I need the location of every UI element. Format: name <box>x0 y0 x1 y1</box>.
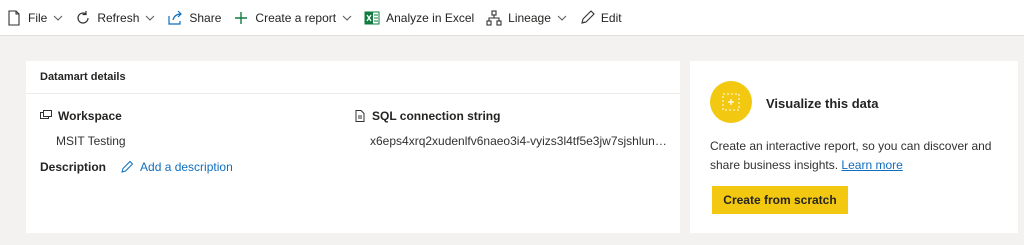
refresh-icon <box>75 10 91 26</box>
description-row: Description Add a description <box>40 160 233 174</box>
file-icon <box>6 9 22 26</box>
refresh-menu-button[interactable]: Refresh <box>75 0 155 36</box>
chevron-down-icon <box>145 13 155 23</box>
workspace-label: Workspace <box>58 109 122 123</box>
sql-connection-value[interactable]: x6eps4xrq2xudenlfv6naeo3i4-vyizs3l4tf5e3… <box>354 134 670 148</box>
sql-connection-label: SQL connection string <box>372 109 501 123</box>
add-description-link[interactable]: Add a description <box>120 160 233 174</box>
visualize-data-card: Visualize this data Create an interactiv… <box>690 61 1018 233</box>
excel-icon <box>364 10 380 26</box>
create-report-menu-button[interactable]: Create a report <box>233 0 352 36</box>
report-icon <box>710 81 752 123</box>
datamart-details-card: Datamart details Workspace MSIT Testing … <box>26 61 680 233</box>
file-label: File <box>28 10 48 25</box>
share-button[interactable]: Share <box>167 0 221 36</box>
visualize-description: Create an interactive report, so you can… <box>710 137 1000 175</box>
create-report-label: Create a report <box>255 10 337 25</box>
workspace-value: MSIT Testing <box>56 134 126 148</box>
document-icon <box>354 110 366 122</box>
plus-icon <box>233 10 249 26</box>
chevron-down-icon <box>53 13 63 23</box>
workspace-section: Workspace MSIT Testing <box>40 109 340 148</box>
create-from-scratch-button[interactable]: Create from scratch <box>712 186 848 214</box>
file-menu-button[interactable]: File <box>6 0 63 36</box>
lineage-label: Lineage <box>508 10 551 25</box>
lineage-icon <box>486 9 502 26</box>
share-label: Share <box>189 10 222 25</box>
description-label: Description <box>40 160 107 174</box>
lineage-menu-button[interactable]: Lineage <box>486 0 567 36</box>
chevron-down-icon <box>342 13 352 23</box>
visualize-title: Visualize this data <box>766 96 879 111</box>
command-bar: File Refresh Share Create a report Analy… <box>0 0 1024 36</box>
sql-connection-section: SQL connection string x6eps4xrq2xudenlfv… <box>354 109 670 148</box>
edit-button[interactable]: Edit <box>579 0 622 36</box>
learn-more-link[interactable]: Learn more <box>841 158 902 172</box>
pencil-icon <box>120 160 134 174</box>
analyze-in-excel-button[interactable]: Analyze in Excel <box>364 0 474 36</box>
analyze-in-excel-label: Analyze in Excel <box>386 10 475 25</box>
card-title: Datamart details <box>26 61 680 94</box>
refresh-label: Refresh <box>97 10 140 25</box>
edit-label: Edit <box>600 10 622 25</box>
chevron-down-icon <box>557 13 567 23</box>
add-description-label: Add a description <box>140 160 233 174</box>
pencil-icon <box>579 9 595 26</box>
share-icon <box>167 10 183 26</box>
workspace-icon <box>40 110 52 122</box>
